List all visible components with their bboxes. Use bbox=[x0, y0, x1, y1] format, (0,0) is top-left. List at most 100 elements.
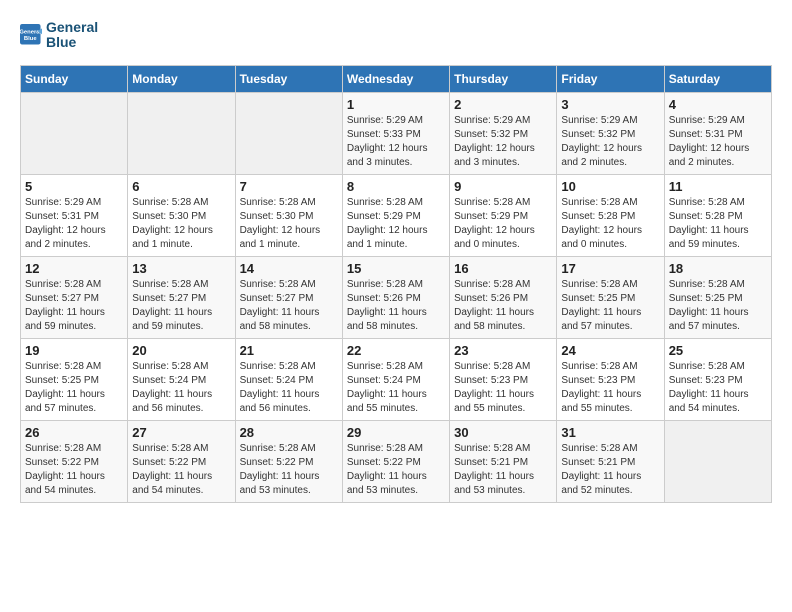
calendar-cell: 15 Sunrise: 5:28 AM Sunset: 5:26 PM Dayli… bbox=[342, 256, 449, 338]
calendar-cell: 18 Sunrise: 5:28 AM Sunset: 5:25 PM Dayli… bbox=[664, 256, 771, 338]
calendar-cell: 7 Sunrise: 5:28 AM Sunset: 5:30 PM Daylig… bbox=[235, 174, 342, 256]
day-info: Sunrise: 5:28 AM Sunset: 5:27 PM Dayligh… bbox=[240, 278, 338, 334]
header-day-thursday: Thursday bbox=[450, 65, 557, 92]
day-info: Sunrise: 5:28 AM Sunset: 5:28 PM Dayligh… bbox=[669, 196, 767, 252]
day-number: 25 bbox=[669, 343, 767, 358]
day-number: 11 bbox=[669, 179, 767, 194]
day-number: 5 bbox=[25, 179, 123, 194]
calendar-cell: 2 Sunrise: 5:29 AM Sunset: 5:32 PM Daylig… bbox=[450, 92, 557, 174]
calendar-cell: 5 Sunrise: 5:29 AM Sunset: 5:31 PM Daylig… bbox=[21, 174, 128, 256]
day-info: Sunrise: 5:28 AM Sunset: 5:21 PM Dayligh… bbox=[561, 442, 659, 498]
day-info: Sunrise: 5:28 AM Sunset: 5:23 PM Dayligh… bbox=[561, 360, 659, 416]
calendar-cell: 3 Sunrise: 5:29 AM Sunset: 5:32 PM Daylig… bbox=[557, 92, 664, 174]
day-number: 18 bbox=[669, 261, 767, 276]
week-row-2: 5 Sunrise: 5:29 AM Sunset: 5:31 PM Daylig… bbox=[21, 174, 772, 256]
day-number: 15 bbox=[347, 261, 445, 276]
day-number: 7 bbox=[240, 179, 338, 194]
day-info: Sunrise: 5:28 AM Sunset: 5:30 PM Dayligh… bbox=[132, 196, 230, 252]
calendar-cell: 27 Sunrise: 5:28 AM Sunset: 5:22 PM Dayli… bbox=[128, 420, 235, 502]
day-info: Sunrise: 5:28 AM Sunset: 5:29 PM Dayligh… bbox=[347, 196, 445, 252]
calendar-cell: 10Sunrise: 5:28 AM Sunset: 5:28 PM Dayli… bbox=[557, 174, 664, 256]
day-number: 23 bbox=[454, 343, 552, 358]
header-day-monday: Monday bbox=[128, 65, 235, 92]
day-number: 27 bbox=[132, 425, 230, 440]
calendar-cell: 22 Sunrise: 5:28 AM Sunset: 5:24 PM Dayli… bbox=[342, 338, 449, 420]
day-number: 2 bbox=[454, 97, 552, 112]
calendar-cell: 24Sunrise: 5:28 AM Sunset: 5:23 PM Dayli… bbox=[557, 338, 664, 420]
day-info: Sunrise: 5:28 AM Sunset: 5:21 PM Dayligh… bbox=[454, 442, 552, 498]
day-info: Sunrise: 5:28 AM Sunset: 5:25 PM Dayligh… bbox=[561, 278, 659, 334]
calendar-cell: 29 Sunrise: 5:28 AM Sunset: 5:22 PM Dayli… bbox=[342, 420, 449, 502]
week-row-3: 12 Sunrise: 5:28 AM Sunset: 5:27 PM Dayli… bbox=[21, 256, 772, 338]
day-number: 26 bbox=[25, 425, 123, 440]
day-number: 17 bbox=[561, 261, 659, 276]
header-day-sunday: Sunday bbox=[21, 65, 128, 92]
day-info: Sunrise: 5:28 AM Sunset: 5:24 PM Dayligh… bbox=[347, 360, 445, 416]
day-number: 31 bbox=[561, 425, 659, 440]
calendar-cell: 13 Sunrise: 5:28 AM Sunset: 5:27 PM Dayli… bbox=[128, 256, 235, 338]
day-info: Sunrise: 5:28 AM Sunset: 5:30 PM Dayligh… bbox=[240, 196, 338, 252]
calendar-cell: 9Sunrise: 5:28 AM Sunset: 5:29 PM Daylig… bbox=[450, 174, 557, 256]
day-info: Sunrise: 5:29 AM Sunset: 5:32 PM Dayligh… bbox=[454, 114, 552, 170]
day-info: Sunrise: 5:29 AM Sunset: 5:31 PM Dayligh… bbox=[669, 114, 767, 170]
calendar-cell: 12 Sunrise: 5:28 AM Sunset: 5:27 PM Dayli… bbox=[21, 256, 128, 338]
calendar-cell: 25 Sunrise: 5:28 AM Sunset: 5:23 PM Dayli… bbox=[664, 338, 771, 420]
calendar-cell: 14 Sunrise: 5:28 AM Sunset: 5:27 PM Dayli… bbox=[235, 256, 342, 338]
day-info: Sunrise: 5:28 AM Sunset: 5:28 PM Dayligh… bbox=[561, 196, 659, 252]
calendar-cell bbox=[21, 92, 128, 174]
header-day-wednesday: Wednesday bbox=[342, 65, 449, 92]
day-number: 22 bbox=[347, 343, 445, 358]
day-info: Sunrise: 5:29 AM Sunset: 5:31 PM Dayligh… bbox=[25, 196, 123, 252]
calendar-cell: 21Sunrise: 5:28 AM Sunset: 5:24 PM Dayli… bbox=[235, 338, 342, 420]
day-info: Sunrise: 5:28 AM Sunset: 5:26 PM Dayligh… bbox=[347, 278, 445, 334]
day-info: Sunrise: 5:28 AM Sunset: 5:27 PM Dayligh… bbox=[132, 278, 230, 334]
day-info: Sunrise: 5:28 AM Sunset: 5:25 PM Dayligh… bbox=[25, 360, 123, 416]
day-info: Sunrise: 5:28 AM Sunset: 5:24 PM Dayligh… bbox=[240, 360, 338, 416]
svg-text:Blue: Blue bbox=[24, 37, 37, 43]
day-number: 4 bbox=[669, 97, 767, 112]
day-info: Sunrise: 5:29 AM Sunset: 5:32 PM Dayligh… bbox=[561, 114, 659, 170]
calendar-cell: 28 Sunrise: 5:28 AM Sunset: 5:22 PM Dayli… bbox=[235, 420, 342, 502]
day-number: 13 bbox=[132, 261, 230, 276]
header-day-tuesday: Tuesday bbox=[235, 65, 342, 92]
day-info: Sunrise: 5:28 AM Sunset: 5:23 PM Dayligh… bbox=[669, 360, 767, 416]
calendar-cell: 30 Sunrise: 5:28 AM Sunset: 5:21 PM Dayli… bbox=[450, 420, 557, 502]
day-info: Sunrise: 5:28 AM Sunset: 5:22 PM Dayligh… bbox=[240, 442, 338, 498]
day-info: Sunrise: 5:28 AM Sunset: 5:22 PM Dayligh… bbox=[25, 442, 123, 498]
week-row-1: 1 Sunrise: 5:29 AM Sunset: 5:33 PM Daylig… bbox=[21, 92, 772, 174]
day-number: 12 bbox=[25, 261, 123, 276]
calendar-table: SundayMondayTuesdayWednesdayThursdayFrid… bbox=[20, 65, 772, 503]
day-number: 14 bbox=[240, 261, 338, 276]
day-number: 29 bbox=[347, 425, 445, 440]
calendar-cell: 20Sunrise: 5:28 AM Sunset: 5:24 PM Dayli… bbox=[128, 338, 235, 420]
day-number: 6 bbox=[132, 179, 230, 194]
week-row-4: 19 Sunrise: 5:28 AM Sunset: 5:25 PM Dayli… bbox=[21, 338, 772, 420]
day-number: 30 bbox=[454, 425, 552, 440]
calendar-cell: 8Sunrise: 5:28 AM Sunset: 5:29 PM Daylig… bbox=[342, 174, 449, 256]
day-number: 1 bbox=[347, 97, 445, 112]
logo: General Blue General Blue bbox=[20, 20, 98, 51]
calendar-cell: 4 Sunrise: 5:29 AM Sunset: 5:31 PM Daylig… bbox=[664, 92, 771, 174]
day-info: Sunrise: 5:28 AM Sunset: 5:25 PM Dayligh… bbox=[669, 278, 767, 334]
calendar-cell: 16 Sunrise: 5:28 AM Sunset: 5:26 PM Dayli… bbox=[450, 256, 557, 338]
calendar-cell bbox=[664, 420, 771, 502]
week-row-5: 26 Sunrise: 5:28 AM Sunset: 5:22 PM Dayli… bbox=[21, 420, 772, 502]
calendar-cell bbox=[128, 92, 235, 174]
calendar-cell: 31 Sunrise: 5:28 AM Sunset: 5:21 PM Dayli… bbox=[557, 420, 664, 502]
day-info: Sunrise: 5:29 AM Sunset: 5:33 PM Dayligh… bbox=[347, 114, 445, 170]
day-number: 3 bbox=[561, 97, 659, 112]
day-info: Sunrise: 5:28 AM Sunset: 5:27 PM Dayligh… bbox=[25, 278, 123, 334]
header-day-saturday: Saturday bbox=[664, 65, 771, 92]
day-info: Sunrise: 5:28 AM Sunset: 5:22 PM Dayligh… bbox=[132, 442, 230, 498]
logo-text: General Blue bbox=[46, 20, 98, 51]
day-info: Sunrise: 5:28 AM Sunset: 5:22 PM Dayligh… bbox=[347, 442, 445, 498]
svg-text:General: General bbox=[20, 30, 42, 36]
day-number: 19 bbox=[25, 343, 123, 358]
day-number: 28 bbox=[240, 425, 338, 440]
calendar-cell: 6 Sunrise: 5:28 AM Sunset: 5:30 PM Daylig… bbox=[128, 174, 235, 256]
day-number: 16 bbox=[454, 261, 552, 276]
day-number: 9 bbox=[454, 179, 552, 194]
calendar-cell: 19 Sunrise: 5:28 AM Sunset: 5:25 PM Dayli… bbox=[21, 338, 128, 420]
day-info: Sunrise: 5:28 AM Sunset: 5:26 PM Dayligh… bbox=[454, 278, 552, 334]
day-number: 20 bbox=[132, 343, 230, 358]
